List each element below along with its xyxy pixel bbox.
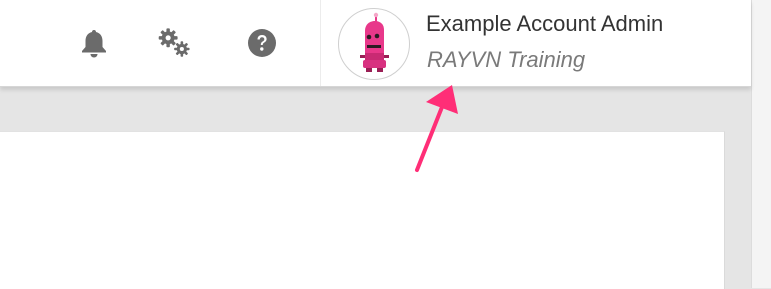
bell-icon — [82, 30, 106, 58]
account-organization[interactable]: RAYVN Training — [427, 47, 585, 73]
settings-button[interactable] — [157, 25, 193, 61]
avatar[interactable] — [338, 8, 410, 80]
gears-icon — [158, 28, 190, 57]
help-icon — [248, 29, 276, 57]
content-panel — [0, 131, 725, 289]
robot-avatar-icon — [360, 12, 389, 72]
top-bar: Example Account Admin RAYVN Training — [0, 0, 751, 87]
callout-arrow-icon — [415, 85, 458, 172]
help-button[interactable] — [244, 25, 280, 61]
header-divider — [320, 0, 321, 86]
scrollbar-track[interactable] — [751, 0, 771, 288]
notifications-button[interactable] — [76, 25, 112, 61]
account-name[interactable]: Example Account Admin — [426, 11, 663, 37]
